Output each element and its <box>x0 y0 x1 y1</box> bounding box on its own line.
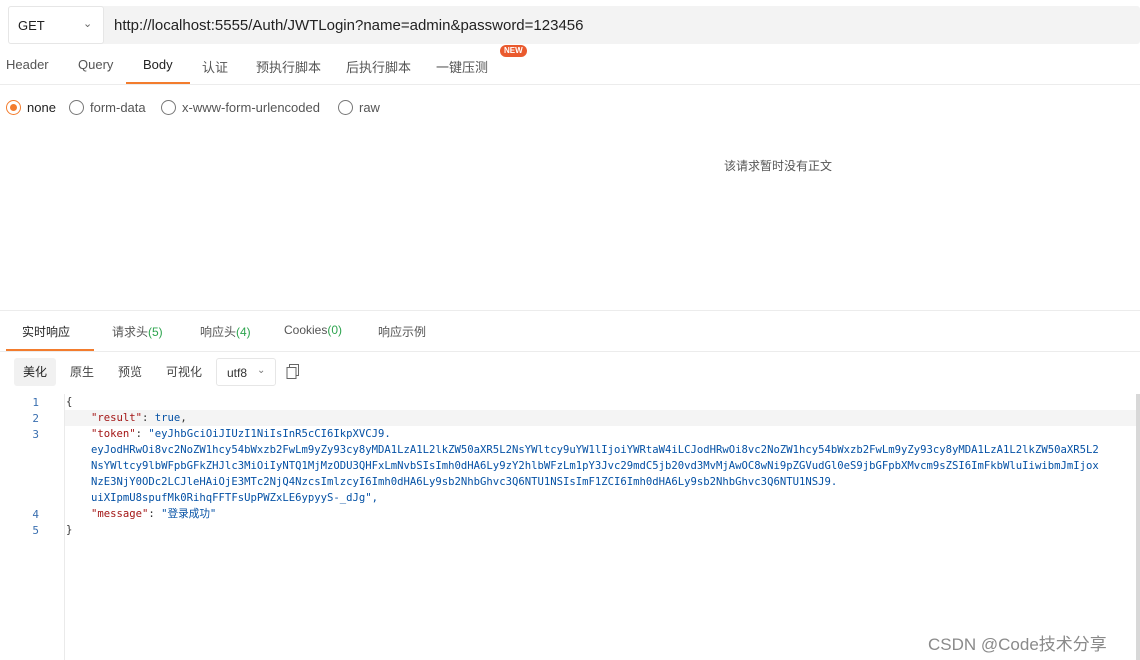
tab-label: Cookies <box>284 323 328 337</box>
chevron-down-icon: ⌄ <box>257 365 266 376</box>
tab-cookies[interactable]: Cookies(0) <box>284 323 342 337</box>
tab-query[interactable]: Query <box>78 57 113 72</box>
tab-count: (0) <box>327 323 343 337</box>
method-select[interactable]: GET ⌄ <box>8 6 104 44</box>
token-continuation: NzE3NjY0ODc2LCJleHAiOjE3MTc2NjQ4NzcsImlz… <box>91 476 838 488</box>
json-key: "result" <box>91 412 143 424</box>
radio-label: raw <box>359 100 380 115</box>
view-mode-bar: 美化 原生 预览 可视化 utf8 ⌄ <box>14 358 299 386</box>
line-number: 1 <box>32 396 39 409</box>
active-tab-indicator <box>6 349 94 351</box>
radio-circle-icon <box>338 100 353 115</box>
line-number-gutter: 1 2 3 4 5 <box>0 394 65 660</box>
url-input[interactable] <box>114 15 1124 35</box>
chevron-down-icon: ⌄ <box>83 18 93 30</box>
line-number: 2 <box>32 412 39 425</box>
json-value: "eyJhbGciOiJIUzI1NiIsInR5cCI6IkpXVCJ9. <box>148 428 391 440</box>
radio-circle-icon <box>69 100 84 115</box>
tab-pre-script[interactable]: 预执行脚本 <box>256 57 321 76</box>
json-key: "token" <box>91 428 136 440</box>
token-continuation: NsYWltcy9lbWFpbGFkZHJlc3MiOiIyNTQ1MjMzOD… <box>91 460 1099 472</box>
tab-stress-test[interactable]: 一键压测 <box>436 57 488 76</box>
tab-post-script[interactable]: 后执行脚本 <box>346 57 411 76</box>
tab-request-headers[interactable]: 请求头(5) <box>112 323 163 340</box>
watermark: CSDN @Code技术分享 <box>928 635 1107 654</box>
empty-body-message: 该请求暂时没有正文 <box>724 159 833 173</box>
code-line: { <box>66 394 72 410</box>
tab-label: 实时响应 <box>22 325 71 339</box>
tab-label: 响应头 <box>200 325 237 339</box>
tab-response-headers[interactable]: 响应头(4) <box>200 323 251 340</box>
radio-label: none <box>27 100 56 115</box>
current-line-highlight <box>65 410 1136 426</box>
code-line: "message": "登录成功" <box>91 508 217 520</box>
view-pretty-button[interactable]: 美化 <box>14 358 57 386</box>
token-continuation: eyJodHRwOi8vc2NoZW1hcy54bWxzb2FwLm9yZy93… <box>91 444 1099 456</box>
view-preview-button[interactable]: 预览 <box>109 358 151 386</box>
radio-circle-icon <box>161 100 176 115</box>
method-label: GET <box>18 18 45 33</box>
tab-body[interactable]: Body <box>143 57 173 72</box>
radio-circle-icon <box>6 100 21 115</box>
response-tabs: 实时响应 请求头(5) 响应头(4) Cookies(0) 响应示例 <box>0 310 1140 352</box>
new-badge: NEW <box>500 45 527 57</box>
tab-count: (4) <box>236 325 251 339</box>
active-tab-indicator <box>126 82 190 84</box>
tab-live-response[interactable]: 实时响应 <box>22 323 70 340</box>
copy-icon[interactable] <box>286 364 300 380</box>
line-number: 3 <box>32 428 39 441</box>
vertical-scrollbar[interactable] <box>1136 394 1140 660</box>
code-line: "token": "eyJhbGciOiJIUzI1NiIsInR5cCI6Ik… <box>91 428 391 440</box>
json-value: "登录成功" <box>161 508 217 520</box>
line-number: 5 <box>32 524 39 537</box>
view-raw-button[interactable]: 原生 <box>61 358 103 386</box>
code-line: "result": true, <box>91 412 187 424</box>
tab-auth[interactable]: 认证 <box>202 57 228 76</box>
radio-label: form-data <box>90 100 146 115</box>
tab-label: 响应示例 <box>378 325 427 339</box>
url-bar: GET ⌄ <box>8 6 1140 44</box>
encoding-label: utf8 <box>227 366 248 380</box>
tab-label: 请求头 <box>112 325 149 339</box>
encoding-select[interactable]: utf8 ⌄ <box>216 358 276 386</box>
token-continuation: uiXIpmU8spufMk0RihqFFTFsUpPWZxLE6ypyyS-_… <box>91 492 379 504</box>
json-value: true <box>154 412 181 424</box>
json-key: "message" <box>91 508 149 520</box>
tab-response-example[interactable]: 响应示例 <box>378 323 426 340</box>
brace: } <box>66 524 73 536</box>
tab-count: (5) <box>148 325 163 339</box>
tab-header[interactable]: Header <box>6 57 49 72</box>
radio-label: x-www-form-urlencoded <box>182 100 320 115</box>
brace: { <box>66 396 73 408</box>
request-tabs: Header Query Body 认证 预执行脚本 后执行脚本 一键压测 <box>0 48 1140 85</box>
code-line: } <box>66 522 72 538</box>
view-visualize-button[interactable]: 可视化 <box>157 358 211 386</box>
line-number: 4 <box>32 508 39 521</box>
